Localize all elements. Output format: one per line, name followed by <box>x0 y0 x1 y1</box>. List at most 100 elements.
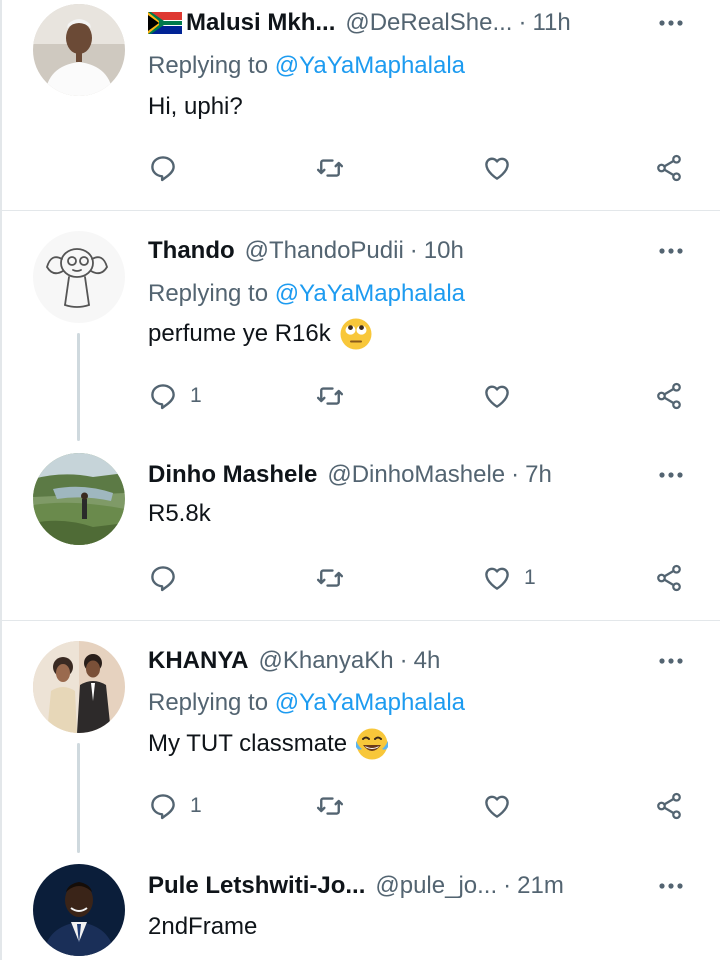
more-dots-icon <box>659 248 683 254</box>
tweet-5[interactable]: Pule Letshwiti-Jo... @pule_jo... · 21m 2… <box>0 846 720 960</box>
action-bar: 1 <box>148 788 693 824</box>
thread-line <box>77 333 80 441</box>
mention-link[interactable]: @YaYaMaphalala <box>275 280 465 307</box>
timestamp[interactable]: 21m <box>517 872 564 900</box>
timestamp[interactable]: 11h <box>532 9 570 37</box>
display-name[interactable]: KHANYA <box>148 647 248 675</box>
thread-line <box>77 743 80 853</box>
replying-to: Replying to @YaYaMaphalala <box>148 689 465 717</box>
avatar[interactable] <box>33 453 125 545</box>
tweet-text-content: Hi, uphi? <box>148 93 243 120</box>
tweet-3[interactable]: Dinho Mashele @DinhoMashele · 7h R5.8k 1 <box>0 436 720 620</box>
share-icon <box>657 564 681 592</box>
tweet-4[interactable]: KHANYA @KhanyaKh · 4h Replying to @YaYaM… <box>0 621 720 853</box>
display-name[interactable]: Dinho Mashele <box>148 461 317 489</box>
more-dots-icon <box>659 20 683 26</box>
retweet-icon <box>316 569 344 587</box>
face-with-tears-of-joy-icon <box>355 727 389 761</box>
reply-icon <box>151 384 175 410</box>
avatar[interactable] <box>33 864 125 956</box>
like-count: 1 <box>524 566 536 589</box>
separator: · <box>518 9 527 36</box>
reply-icon <box>151 156 175 182</box>
reply-button[interactable] <box>148 150 190 186</box>
replying-to-label: Replying to <box>148 280 269 307</box>
more-options-button[interactable] <box>656 871 686 901</box>
tweet-text: perfume ye R16k <box>148 317 373 351</box>
retweet-button[interactable] <box>315 788 357 824</box>
separator: · <box>511 461 520 488</box>
retweet-button[interactable] <box>315 560 357 596</box>
tweet-text: R5.8k <box>148 500 211 528</box>
tweet-header: Dinho Mashele @DinhoMashele · 7h <box>148 458 680 492</box>
display-name[interactable]: Thando <box>148 237 235 265</box>
reply-count: 1 <box>190 384 202 407</box>
user-handle[interactable]: @DinhoMashele <box>327 461 505 489</box>
display-name[interactable]: Pule Letshwiti-Jo... <box>148 872 365 900</box>
avatar[interactable] <box>33 4 125 96</box>
share-button[interactable] <box>654 150 684 186</box>
more-options-button[interactable] <box>656 460 686 490</box>
retweet-icon <box>316 797 344 815</box>
action-bar: 1 <box>148 560 693 596</box>
tweet-text: Hi, uphi? <box>148 93 243 121</box>
like-button[interactable] <box>482 150 524 186</box>
more-dots-icon <box>659 658 683 664</box>
user-handle[interactable]: @ThandoPudii <box>245 237 404 265</box>
timestamp[interactable]: 7h <box>525 461 552 489</box>
action-bar: 1 <box>148 378 693 414</box>
tweet-text: 2ndFrame <box>148 913 257 941</box>
like-button[interactable] <box>482 378 524 414</box>
retweet-icon <box>316 159 344 177</box>
share-icon <box>657 382 681 410</box>
mention-link[interactable]: @YaYaMaphalala <box>275 689 465 716</box>
mention-link[interactable]: @YaYaMaphalala <box>275 52 465 79</box>
like-button[interactable] <box>482 788 524 824</box>
tweet-header: KHANYA @KhanyaKh · 4h <box>148 644 680 678</box>
like-button[interactable]: 1 <box>482 560 536 596</box>
separator: · <box>503 872 512 899</box>
share-icon <box>657 154 681 182</box>
heart-icon <box>485 567 509 590</box>
reply-icon <box>151 794 175 820</box>
retweet-button[interactable] <box>315 378 357 414</box>
separator: · <box>409 237 418 264</box>
retweet-button[interactable] <box>315 150 357 186</box>
heart-icon <box>485 157 509 180</box>
more-options-button[interactable] <box>656 8 686 38</box>
avatar[interactable] <box>33 641 125 733</box>
reply-count: 1 <box>190 794 202 817</box>
display-name[interactable]: Malusi Mkh... <box>186 9 335 37</box>
reply-button[interactable]: 1 <box>148 788 202 824</box>
share-button[interactable] <box>654 378 684 414</box>
tweet-text-content: 2ndFrame <box>148 913 258 940</box>
tweet-header: Malusi Mkh... @DeRealShe... · 11h <box>148 6 680 40</box>
face-with-rolling-eyes-icon <box>339 317 373 351</box>
tweet-text-content: R5.8k <box>148 500 211 527</box>
share-button[interactable] <box>654 788 684 824</box>
share-button[interactable] <box>654 560 684 596</box>
user-handle[interactable]: @DeRealShe... <box>345 9 512 37</box>
retweet-icon <box>316 387 344 405</box>
user-handle[interactable]: @pule_jo... <box>375 872 497 900</box>
replying-to: Replying to @YaYaMaphalala <box>148 280 465 308</box>
timestamp[interactable]: 10h <box>424 237 464 265</box>
replying-to-label: Replying to <box>148 689 269 716</box>
more-dots-icon <box>659 883 683 889</box>
user-handle[interactable]: @KhanyaKh <box>258 647 393 675</box>
tweet-header: Thando @ThandoPudii · 10h <box>148 234 680 268</box>
heart-icon <box>485 385 509 408</box>
more-options-button[interactable] <box>656 646 686 676</box>
timestamp[interactable]: 4h <box>414 647 441 675</box>
tweet-header: Pule Letshwiti-Jo... @pule_jo... · 21m <box>148 869 680 903</box>
avatar[interactable] <box>33 231 125 323</box>
reply-icon <box>151 566 175 592</box>
tweet-1[interactable]: Malusi Mkh... @DeRealShe... · 11h Replyi… <box>0 0 720 210</box>
reply-button[interactable]: 1 <box>148 378 202 414</box>
reply-button[interactable] <box>148 560 190 596</box>
replying-to-label: Replying to <box>148 52 269 79</box>
more-dots-icon <box>659 472 683 478</box>
tweet-2[interactable]: Thando @ThandoPudii · 10h Replying to @Y… <box>0 211 720 441</box>
separator: · <box>399 647 408 674</box>
more-options-button[interactable] <box>656 236 686 266</box>
